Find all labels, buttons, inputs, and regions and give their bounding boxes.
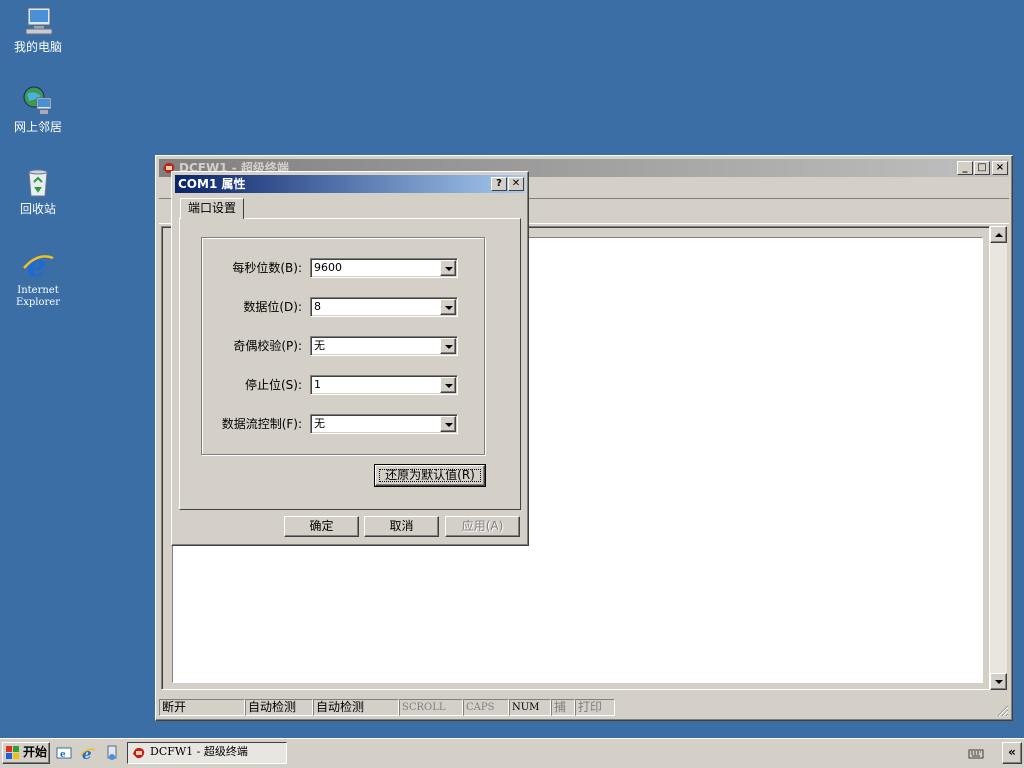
quicklaunch-desktop-icon[interactable]: e — [56, 745, 72, 761]
chevron-down-icon[interactable] — [440, 338, 456, 354]
my-computer-icon — [21, 4, 55, 38]
chevron-down-icon[interactable] — [440, 299, 456, 315]
data-bits-label: 数据位(D): — [243, 300, 302, 314]
maximize-button[interactable]: □ — [974, 161, 990, 175]
chevron-down-icon[interactable] — [440, 260, 456, 276]
tab-panel: 每秒位数(B): 9600 数据位(D): 8 奇偶校验(P): 无 停止位(S… — [179, 218, 521, 510]
desktop-icon-internet-explorer[interactable]: e Internet Explorer — [0, 248, 76, 309]
system-tray: « — [962, 742, 1022, 764]
data-bits-value: 8 — [314, 300, 321, 313]
help-button[interactable]: ? — [491, 177, 507, 191]
scroll-down-arrow-icon[interactable] — [990, 673, 1007, 690]
stop-bits-value: 1 — [314, 378, 321, 391]
desktop-icon-label: Internet Explorer — [0, 285, 76, 309]
status-print: 打印 — [575, 699, 615, 716]
desktop-icon-network-places[interactable]: 网上邻居 — [0, 84, 76, 134]
restore-defaults-label: 还原为默认值(R) — [379, 469, 481, 482]
resize-grip-icon[interactable] — [995, 703, 1009, 717]
flow-control-select[interactable]: 无 — [310, 414, 458, 434]
keyboard-icon[interactable] — [968, 746, 984, 760]
stop-bits-select[interactable]: 1 — [310, 375, 458, 395]
stop-bits-label: 停止位(S): — [244, 378, 302, 392]
status-scroll: SCROLL — [399, 699, 463, 716]
status-capture: 捕 — [551, 699, 575, 716]
flow-control-label: 数据流控制(F): — [221, 417, 302, 431]
task-button-hyperterminal[interactable]: DCFW1 - 超级终端 — [127, 742, 287, 764]
show-desktop-button[interactable]: « — [1002, 742, 1022, 764]
dialog-close-button[interactable]: ✕ — [508, 177, 524, 191]
com-properties-dialog: COM1 属性 ? ✕ 端口设置 每秒位数(B): 9600 数据位(D): 8… — [171, 171, 529, 546]
status-detect-1: 自动检测 — [245, 699, 313, 716]
parity-select[interactable]: 无 — [310, 336, 458, 356]
start-button[interactable]: 开始 — [2, 742, 50, 764]
status-num: NUM — [509, 699, 551, 716]
minimize-button[interactable]: _ — [957, 161, 973, 175]
internet-explorer-icon: e — [21, 248, 55, 284]
svg-text:e: e — [60, 750, 66, 760]
recycle-bin-icon — [21, 166, 55, 200]
tab-port-settings[interactable]: 端口设置 — [180, 198, 244, 219]
close-button[interactable]: × — [992, 161, 1008, 175]
desktop-icon-my-computer[interactable]: 我的电脑 — [0, 4, 76, 54]
baud-rate-value: 9600 — [314, 261, 342, 274]
apply-button[interactable]: 应用(A) — [445, 516, 520, 537]
settings-group: 每秒位数(B): 9600 数据位(D): 8 奇偶校验(P): 无 停止位(S… — [201, 237, 485, 455]
status-connection: 断开 — [159, 699, 245, 716]
restore-defaults-button[interactable]: 还原为默认值(R) — [374, 464, 486, 487]
status-bar: 断开 自动检测 自动检测 SCROLL CAPS NUM 捕 打印 — [159, 697, 1009, 717]
quicklaunch-ie-icon[interactable]: e — [80, 745, 96, 763]
quicklaunch-explorer-icon[interactable] — [104, 745, 120, 761]
cancel-button[interactable]: 取消 — [364, 516, 439, 537]
baud-rate-label: 每秒位数(B): — [232, 261, 302, 275]
dialog-titlebar[interactable]: COM1 属性 ? ✕ — [175, 175, 525, 193]
task-button-label: DCFW1 - 超级终端 — [150, 745, 248, 758]
taskbar: 开始 e e DCFW1 - 超级终端 « — [0, 738, 1024, 768]
desktop-icon-label: 网上邻居 — [13, 120, 62, 134]
status-detect-2: 自动检测 — [313, 699, 399, 716]
desktop-icon-label: 我的电脑 — [13, 40, 62, 54]
start-label: 开始 — [23, 745, 48, 759]
svg-text:e: e — [27, 249, 46, 282]
parity-label: 奇偶校验(P): — [233, 339, 302, 353]
chevron-down-icon[interactable] — [440, 377, 456, 393]
vertical-scrollbar[interactable] — [990, 226, 1007, 690]
status-caps: CAPS — [463, 699, 509, 716]
scroll-up-arrow-icon[interactable] — [990, 226, 1007, 243]
desktop-icon-label: 回收站 — [19, 202, 56, 216]
desktop-icon-recycle-bin[interactable]: 回收站 — [0, 166, 76, 216]
network-places-icon — [21, 84, 55, 118]
label-line-2: Explorer — [15, 297, 61, 308]
hyperterminal-icon — [131, 745, 147, 761]
data-bits-select[interactable]: 8 — [310, 297, 458, 317]
label-line-1: Internet — [17, 285, 59, 296]
windows-logo-icon — [6, 746, 20, 760]
baud-rate-select[interactable]: 9600 — [310, 258, 458, 278]
ok-button[interactable]: 确定 — [284, 516, 359, 537]
parity-value: 无 — [314, 339, 325, 352]
flow-control-value: 无 — [314, 417, 325, 430]
dialog-title: COM1 属性 — [178, 177, 246, 191]
chevron-down-icon[interactable] — [440, 416, 456, 432]
